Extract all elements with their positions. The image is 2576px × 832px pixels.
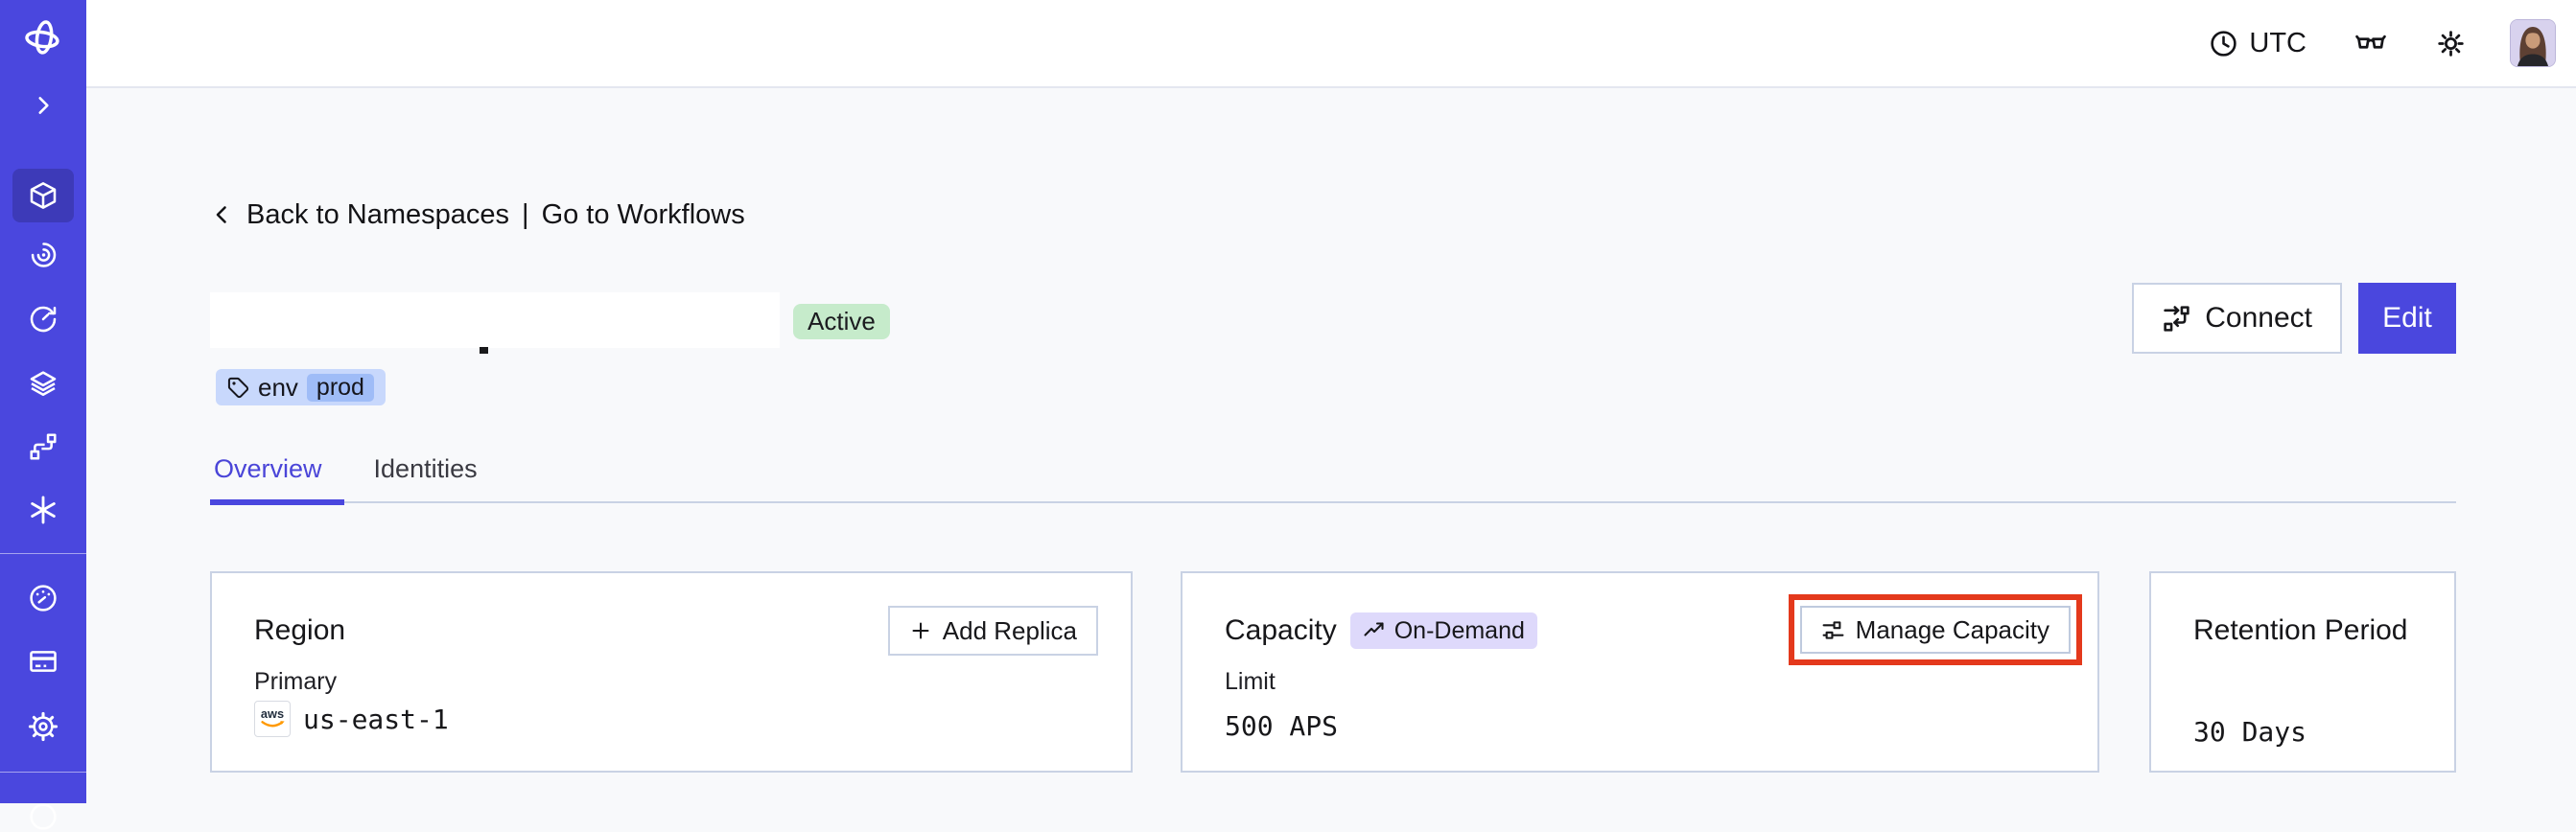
edit-button-label: Edit xyxy=(2382,302,2432,334)
region-value-text: us-east-1 xyxy=(303,703,449,735)
temporal-logo-icon[interactable] xyxy=(23,18,63,58)
sidebar-item-batch-operations-branch-icon[interactable] xyxy=(28,431,59,462)
primary-region-value: aws us-east-1 xyxy=(254,699,449,739)
theme-sun-icon[interactable] xyxy=(2435,28,2467,59)
capacity-card: Capacity On-Demand Manage Capacity Limit… xyxy=(1181,571,2099,773)
breadcrumb: Back to Namespaces | Go to Workflows xyxy=(211,197,745,232)
on-demand-badge: On-Demand xyxy=(1349,612,1537,649)
top-bar: UTC xyxy=(86,0,2576,88)
manage-capacity-highlight: Manage Capacity xyxy=(1788,594,2082,665)
redacted-text-remnant xyxy=(480,347,488,354)
on-demand-badge-label: On-Demand xyxy=(1393,616,1525,644)
sidebar-item-nexus-asterisk-icon[interactable] xyxy=(27,494,59,526)
sidebar-item-deployments-layers-icon[interactable] xyxy=(28,368,59,399)
manage-capacity-button[interactable]: Manage Capacity xyxy=(1799,606,2071,654)
sidebar-item-schedules-clock-icon[interactable] xyxy=(28,304,59,335)
tag-key: env xyxy=(258,372,298,402)
back-chevron-icon xyxy=(211,203,234,226)
sidebar-item-workflows-spiral-icon[interactable] xyxy=(28,240,59,270)
retention-card-title: Retention Period xyxy=(2193,614,2408,646)
plus-icon xyxy=(909,619,932,642)
tab-overview[interactable]: Overview xyxy=(214,454,322,484)
add-replica-button[interactable]: Add Replica xyxy=(887,606,1098,656)
sidebar-divider xyxy=(0,772,86,773)
capacity-card-title: Capacity xyxy=(1225,614,1337,646)
limit-label: Limit xyxy=(1225,668,1276,695)
trending-up-icon xyxy=(1363,619,1386,642)
timezone-selector[interactable]: UTC xyxy=(2209,28,2307,59)
clock-icon xyxy=(2209,29,2238,58)
labs-glasses-icon[interactable] xyxy=(2354,27,2387,59)
retention-card: Retention Period 30 Days xyxy=(2149,571,2456,773)
expand-sidebar-chevron-icon[interactable] xyxy=(31,93,56,118)
primary-label: Primary xyxy=(254,668,338,695)
manage-capacity-label: Manage Capacity xyxy=(1855,614,2049,644)
user-avatar[interactable] xyxy=(2510,19,2556,67)
sidebar xyxy=(0,0,86,830)
namespace-tag: env prod xyxy=(216,369,386,405)
tag-value: prod xyxy=(306,373,374,402)
capacity-limit-value: 500 APS xyxy=(1225,709,1339,742)
namespace-name-redacted xyxy=(210,292,780,348)
edit-button[interactable]: Edit xyxy=(2358,283,2456,354)
status-badge: Active xyxy=(793,304,890,339)
tag-icon xyxy=(227,377,249,399)
sidebar-item-settings-gear-icon[interactable] xyxy=(28,711,59,742)
header-actions: Connect Edit xyxy=(2132,283,2456,354)
retention-value: 30 Days xyxy=(2193,715,2307,748)
add-replica-label: Add Replica xyxy=(942,615,1077,645)
sidebar-item-usage-gauge-icon[interactable] xyxy=(28,583,59,613)
sidebar-item-billing-card-icon[interactable] xyxy=(28,646,59,677)
aws-logo-text: aws xyxy=(261,706,284,721)
tab-bar: Overview Identities xyxy=(210,454,2456,505)
timezone-label: UTC xyxy=(2249,27,2307,58)
active-tab-underline xyxy=(210,499,344,505)
region-card: Region Add Replica Primary aws us-east-1 xyxy=(210,571,1133,773)
sliders-icon xyxy=(1821,618,1845,642)
sidebar-item-namespaces-cube-icon[interactable] xyxy=(28,180,59,211)
aws-provider-icon: aws xyxy=(254,701,291,737)
connect-button[interactable]: Connect xyxy=(2132,283,2342,354)
sidebar-item-help-icon[interactable] xyxy=(28,801,59,832)
go-to-workflows-link[interactable]: Go to Workflows xyxy=(542,199,745,231)
back-to-namespaces-link[interactable]: Back to Namespaces xyxy=(246,199,509,231)
connect-flow-icon xyxy=(2162,304,2191,334)
sidebar-divider xyxy=(0,553,86,554)
breadcrumb-separator: | xyxy=(522,198,529,230)
region-card-title: Region xyxy=(254,614,346,646)
tab-identities[interactable]: Identities xyxy=(374,454,478,484)
connect-button-label: Connect xyxy=(2205,302,2312,334)
